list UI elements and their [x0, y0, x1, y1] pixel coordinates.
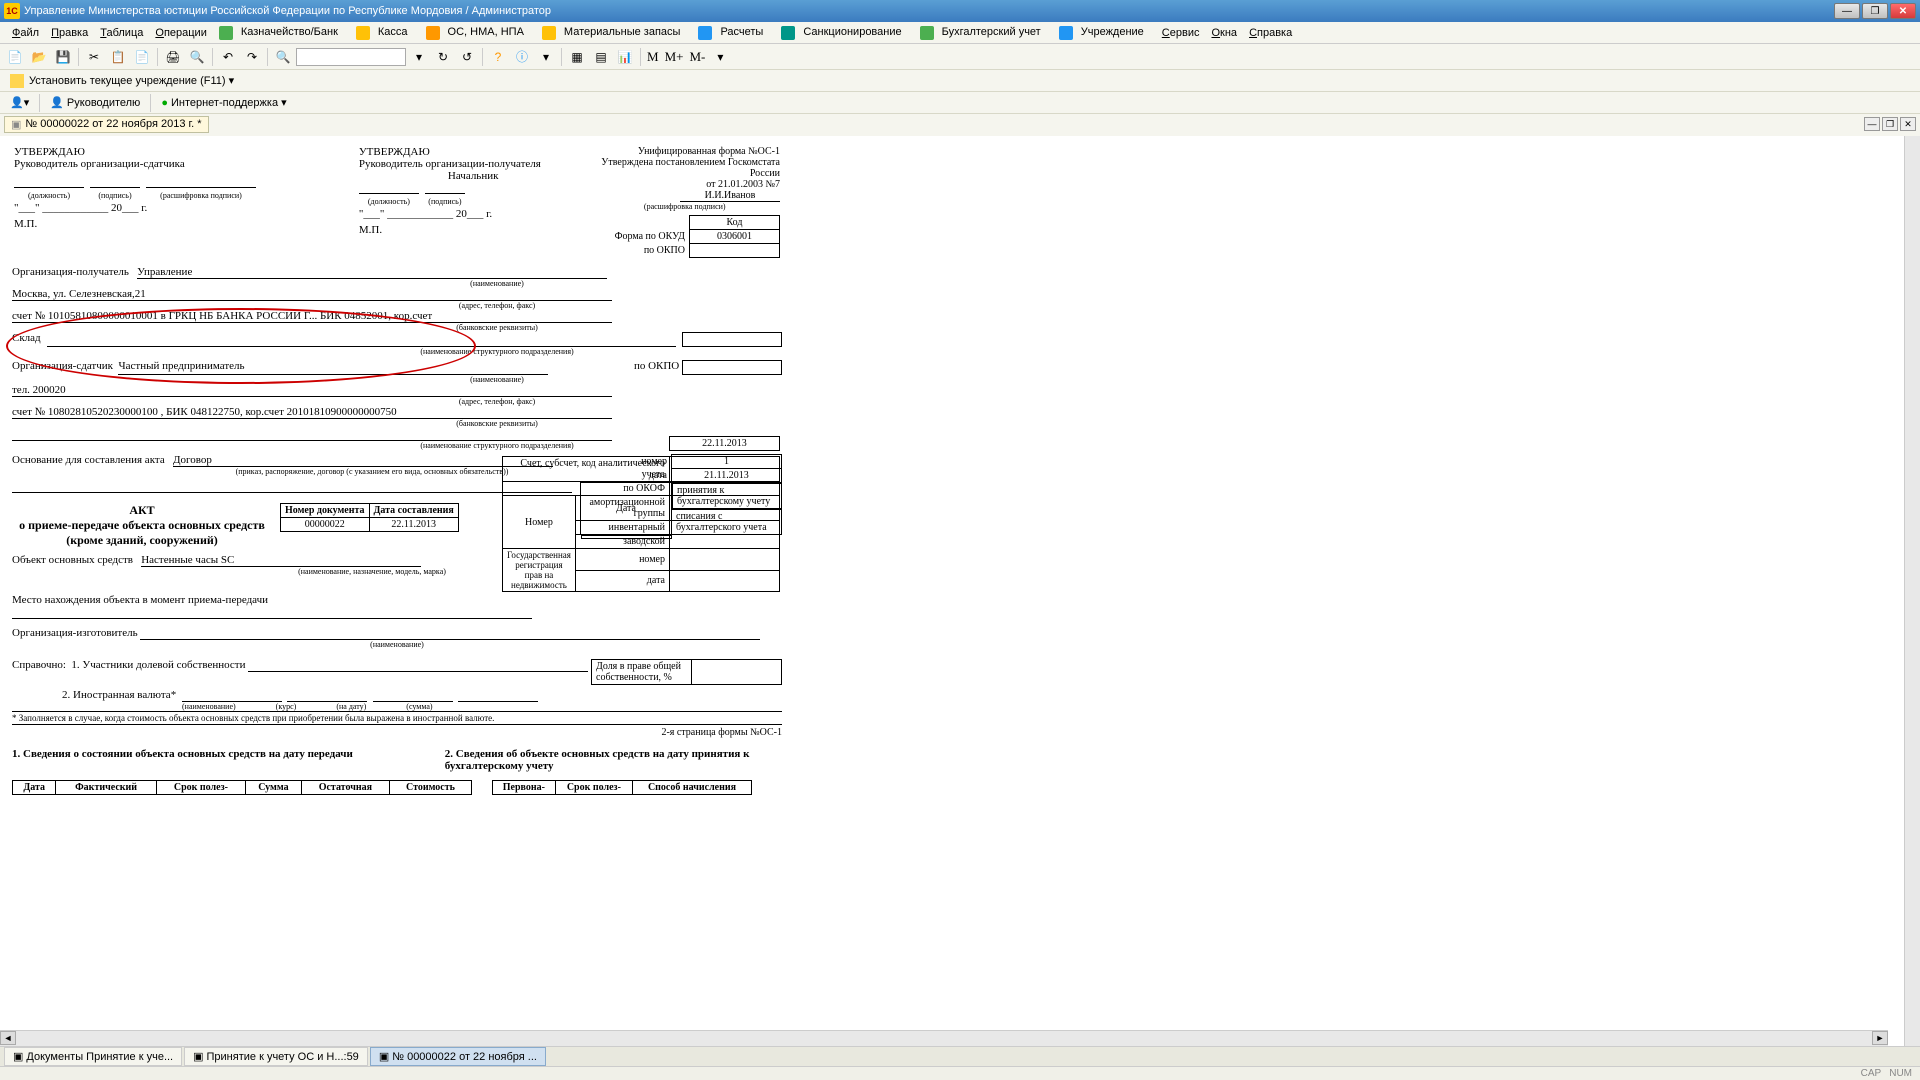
menu-windows[interactable]: Окна — [1205, 24, 1243, 42]
menu-cash[interactable]: Касса — [350, 23, 420, 43]
new-file-icon[interactable]: 📄 — [4, 46, 26, 68]
scroll-left-icon[interactable]: ◄ — [0, 1031, 16, 1045]
open-icon[interactable]: 📂 — [28, 46, 50, 68]
print-icon[interactable]: 🖨 — [162, 46, 184, 68]
save-icon[interactable]: 💾 — [52, 46, 74, 68]
status-cap: CAP — [1861, 1068, 1882, 1079]
refresh-icon[interactable]: ↻ — [432, 46, 454, 68]
document-tabbar: ▣ № 00000022 от 22 ноября 2013 г. * — ❐ … — [0, 114, 1920, 134]
doc-close-button[interactable]: ✕ — [1900, 117, 1916, 131]
doc-tab-title: № 00000022 от 22 ноября 2013 г. * — [25, 118, 201, 130]
task-tab-3[interactable]: ▣ № 00000022 от 22 ноября ... — [370, 1047, 546, 1066]
m-button[interactable]: M — [645, 49, 661, 65]
user-icon[interactable]: 👤▾ — [6, 94, 33, 111]
approve-right: УТВЕРЖДАЮ — [359, 146, 588, 158]
window-taskbar: ▣ Документы Принятие к уче... ▣ Принятие… — [0, 1046, 1920, 1066]
undo-icon[interactable]: ↶ — [217, 46, 239, 68]
menubar: Файл Правка Таблица Операции Казначейств… — [0, 22, 1920, 44]
menu-operations[interactable]: Операции — [149, 24, 212, 42]
doc-minimize-button[interactable]: — — [1864, 117, 1880, 131]
vertical-scrollbar[interactable] — [1904, 136, 1920, 1046]
menu-materials[interactable]: Материальные запасы — [536, 23, 693, 43]
horizontal-scrollbar[interactable]: ◄ ► — [0, 1030, 1888, 1046]
chart-icon[interactable]: 📊 — [614, 46, 636, 68]
support-button[interactable]: ● Интернет-поддержка ▾ — [157, 94, 290, 111]
cut-icon[interactable]: ✂ — [83, 46, 105, 68]
calc-icon — [698, 26, 712, 40]
head-sender: Руководитель организации-сдатчика — [14, 158, 357, 170]
minimize-button[interactable]: — — [1834, 3, 1860, 19]
sanction-icon — [781, 26, 795, 40]
menu-accounting[interactable]: Бухгалтерский учет — [914, 23, 1053, 43]
task-tab-2[interactable]: ▣ Принятие к учету ОС и Н...:59 — [184, 1047, 368, 1066]
materials-icon — [542, 26, 556, 40]
work-area: УТВЕРЖДАЮ Руководитель организации-сдатч… — [0, 136, 1920, 1046]
search-icon[interactable]: 🔍 — [272, 46, 294, 68]
info-icon[interactable]: ⓘ — [511, 46, 533, 68]
statusbar: CAP NUM — [0, 1066, 1920, 1080]
document-tab[interactable]: ▣ № 00000022 от 22 ноября 2013 г. * — [4, 116, 209, 133]
manager-button[interactable]: 👤 Руководителю — [46, 94, 144, 111]
search-input[interactable] — [296, 48, 406, 66]
titlebar: 1C Управление Министерства юстиции Росси… — [0, 0, 1920, 22]
menu-file[interactable]: Файл — [6, 24, 45, 42]
titlebar-text: Управление Министерства юстиции Российск… — [24, 5, 1834, 17]
dd-icon[interactable]: ▾ — [535, 46, 557, 68]
dd2-icon[interactable]: ▾ — [709, 46, 731, 68]
main-toolbar: 📄 📂 💾 ✂ 📋 📄 🖨 🔍 ↶ ↷ 🔍 ▾ ↻ ↺ ? ⓘ ▾ ▦ ▤ 📊 … — [0, 44, 1920, 70]
menu-help[interactable]: Справка — [1243, 24, 1298, 42]
inst-icon — [10, 74, 24, 88]
menu-edit[interactable]: Правка — [45, 24, 94, 42]
menu-calc[interactable]: Расчеты — [692, 23, 775, 43]
copy-icon[interactable]: 📋 — [107, 46, 129, 68]
menu-sanction[interactable]: Санкционирование — [775, 23, 913, 43]
cash-icon — [356, 26, 370, 40]
help-icon[interactable]: ? — [487, 46, 509, 68]
institution-icon — [1059, 26, 1073, 40]
mminus-button[interactable]: M- — [687, 49, 707, 65]
task-tab-1[interactable]: ▣ Документы Принятие к уче... — [4, 1047, 182, 1066]
redo-icon[interactable]: ↷ — [241, 46, 263, 68]
mplus-button[interactable]: M+ — [663, 49, 686, 65]
assets-icon — [426, 26, 440, 40]
menu-treasury[interactable]: Казначейство/Банк — [213, 23, 350, 43]
menu-service[interactable]: Сервис — [1156, 24, 1206, 42]
toolbar-support: 👤▾ 👤 Руководителю ● Интернет-поддержка ▾ — [0, 92, 1920, 114]
status-num: NUM — [1889, 1068, 1912, 1079]
grid2-icon[interactable]: ▤ — [590, 46, 612, 68]
menu-table[interactable]: Таблица — [94, 24, 149, 42]
set-institution-button[interactable]: Установить текущее учреждение (F11) ▾ — [6, 72, 238, 90]
dropdown-icon[interactable]: ▾ — [408, 46, 430, 68]
approve-left: УТВЕРЖДАЮ — [14, 146, 357, 158]
treasury-icon — [219, 26, 233, 40]
doc-restore-button[interactable]: ❐ — [1882, 117, 1898, 131]
close-button[interactable]: ✕ — [1890, 3, 1916, 19]
menu-os[interactable]: ОС, НМА, НПА — [420, 23, 536, 43]
refresh2-icon[interactable]: ↺ — [456, 46, 478, 68]
toolbar-institution: Установить текущее учреждение (F11) ▾ — [0, 70, 1920, 92]
accounting-icon — [920, 26, 934, 40]
app-icon: 1C — [4, 3, 20, 19]
document-pane[interactable]: УТВЕРЖДАЮ Руководитель организации-сдатч… — [0, 136, 1904, 1046]
scroll-right-icon[interactable]: ► — [1872, 1031, 1888, 1045]
maximize-button[interactable]: ❐ — [1862, 3, 1888, 19]
preview-icon[interactable]: 🔍 — [186, 46, 208, 68]
paste-icon[interactable]: 📄 — [131, 46, 153, 68]
grid-icon[interactable]: ▦ — [566, 46, 588, 68]
menu-institution[interactable]: Учреждение — [1053, 23, 1156, 43]
